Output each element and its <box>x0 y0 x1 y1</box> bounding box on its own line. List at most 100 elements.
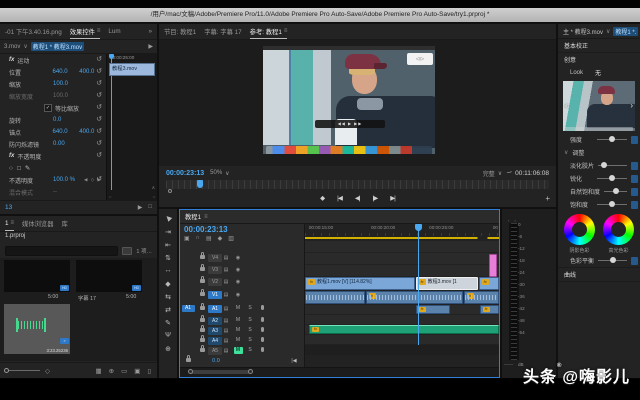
eye-icon[interactable]: ◉ <box>232 255 244 261</box>
timeline-h-scrollbar[interactable] <box>180 367 499 377</box>
panel-menu-icon[interactable]: ≡ <box>204 214 208 220</box>
lock-icon[interactable] <box>196 267 208 273</box>
section-creative[interactable]: 创意 <box>558 53 640 66</box>
chevron-down-icon[interactable]: ∨ <box>23 43 27 50</box>
solo-button-a3[interactable]: S <box>246 327 255 334</box>
intensity-slider[interactable] <box>597 139 627 140</box>
zoom-level-dropdown[interactable]: 50% ∨ <box>210 170 229 177</box>
mute-button-a5[interactable]: M <box>234 347 243 354</box>
antiflicker-value[interactable]: 0.00 <box>53 141 80 147</box>
timeline-ruler[interactable]: 00:00:15:00 00:00:20:00 00:00:25:00 00 <box>305 224 499 236</box>
snap-icon[interactable]: ∩ <box>196 235 200 242</box>
solo-button-a5[interactable]: S <box>246 347 255 354</box>
clip-v1-next[interactable]: fx <box>479 277 499 290</box>
tab-program-monitor[interactable]: 节目: 教程1 <box>164 24 196 39</box>
slide-tool[interactable]: ⇄ <box>159 303 177 316</box>
scale-value[interactable]: 100.0 <box>53 81 80 87</box>
chevron-down-icon[interactable]: ∨ <box>606 28 610 35</box>
mute-button-a4[interactable]: M <box>234 337 243 344</box>
uniform-scale-checkbox[interactable]: ✓ <box>44 104 52 112</box>
section-curves[interactable]: 曲线 <box>558 267 640 282</box>
panel-menu-icon[interactable]: ≡ <box>11 220 15 226</box>
panel-menu-icon[interactable]: ≡ <box>284 28 288 34</box>
lock-icon[interactable] <box>196 318 208 324</box>
solo-button-a1[interactable]: S <box>246 305 255 312</box>
new-bin-icon[interactable]: ▭ <box>121 367 127 375</box>
ellipse-mask-icon[interactable]: ○ <box>9 165 13 172</box>
clip-a4-music[interactable]: fx <box>309 325 499 334</box>
list-view-icon[interactable] <box>122 247 132 255</box>
tab-source-monitor[interactable]: -01 下午3.40.16.png <box>5 24 62 39</box>
opacity-value[interactable]: 100.0 % <box>53 177 80 183</box>
find-icon[interactable]: ⊕ <box>109 367 114 375</box>
value-field-cut[interactable] <box>631 188 638 196</box>
tab-reference-monitor[interactable]: 参考: 教程1 ≡ <box>250 24 288 39</box>
clip-pink-graphic[interactable] <box>489 254 497 277</box>
sync-lock-icon[interactable]: ▤ <box>220 279 232 285</box>
add-marker-icon[interactable]: ◆ <box>320 194 324 202</box>
rate-stretch-tool[interactable]: ↔ <box>159 264 177 277</box>
step-forward-icon[interactable]: |▶ <box>373 194 378 202</box>
mini-clip[interactable]: 教程3.mov <box>109 63 155 76</box>
linked-selection-icon[interactable]: ▤ <box>206 235 212 242</box>
sync-lock-icon[interactable]: ▤ <box>220 292 232 298</box>
nest-insert-icon[interactable]: ▣ <box>184 235 190 242</box>
project-item-caption[interactable]: HD <box>76 260 142 292</box>
clip-a1-segment3[interactable]: fx <box>464 291 499 304</box>
trash-icon[interactable]: ▯ <box>147 367 151 375</box>
look-dropdown[interactable]: Look 无 <box>558 66 640 79</box>
reset-icon[interactable]: ↺ <box>96 67 102 75</box>
value-field-cut[interactable] <box>631 175 638 183</box>
lock-icon[interactable] <box>196 292 208 298</box>
monitor-timecode[interactable]: 00:00:23:13 <box>166 170 204 177</box>
mini-zoom-scrollbar[interactable]: ○○ <box>109 194 155 199</box>
look-preview-thumbnail[interactable]: ‹ › <box>563 81 635 131</box>
reset-icon[interactable]: ↺ <box>96 103 102 111</box>
lock-icon[interactable] <box>196 306 208 312</box>
lumetri-sequence-chip[interactable]: 教程1 *. <box>613 27 638 36</box>
tab-caption-monitor[interactable]: 字幕: 字幕 17 <box>204 24 241 39</box>
window-titlebar[interactable]: /用户/mac/文稿/Adobe/Premiere Pro/11.0/Adobe… <box>0 8 640 22</box>
section-basic-correction[interactable]: 基本校正 <box>558 39 640 53</box>
timeline-settings-icon[interactable]: ▥ <box>228 235 234 242</box>
effect-motion-header[interactable]: fx 运动 ↺ <box>0 54 106 66</box>
vibrance-slider[interactable] <box>604 191 627 192</box>
reset-icon[interactable]: ↺ <box>96 91 102 99</box>
reset-icon[interactable]: ↺ <box>96 175 102 183</box>
solo-button-a2[interactable]: S <box>246 317 255 324</box>
source-patch-a1[interactable]: A1 <box>182 305 195 312</box>
eye-icon[interactable]: ◉ <box>232 267 244 273</box>
tab-lumetri-scopes[interactable]: Lum <box>108 24 120 39</box>
new-item-icon[interactable]: ▣ <box>134 367 140 375</box>
expand-icon[interactable]: ▶ <box>148 43 153 50</box>
monitor-playhead[interactable] <box>197 180 203 188</box>
value-field-cut[interactable] <box>631 162 638 170</box>
sync-lock-icon[interactable]: ▤ <box>220 267 232 273</box>
shadow-tint-wheel[interactable] <box>564 214 595 245</box>
clip-v1-tutorial1[interactable]: fx教程1.mov [V] [114.82%] <box>305 277 415 290</box>
value-field-cut[interactable] <box>631 201 638 209</box>
sync-lock-icon[interactable]: ▤ <box>220 255 232 261</box>
lock-icon[interactable] <box>186 358 191 364</box>
sync-lock-icon[interactable]: ▤ <box>220 306 232 312</box>
timeline-timecode[interactable]: 00:00:23:13 <box>184 225 300 234</box>
clip-a1-segment1[interactable] <box>305 291 365 304</box>
rolling-edit-tool[interactable]: ⇅ <box>159 251 177 264</box>
razor-tool[interactable]: ◆ <box>159 277 177 290</box>
video-preview[interactable]: ◀◀ ▶ ▶▶ ◁ ▷ <box>263 46 435 154</box>
lock-icon[interactable] <box>196 255 208 261</box>
sharpen-slider[interactable] <box>597 178 627 179</box>
sync-lock-icon[interactable]: ▤ <box>220 338 232 344</box>
goto-in-icon[interactable]: |◀ <box>337 194 342 202</box>
scrollbar-handle-left[interactable] <box>188 369 193 374</box>
reset-icon[interactable]: ↺ <box>96 115 102 123</box>
footer-timecode[interactable]: 13 <box>5 204 12 211</box>
saturation-slider[interactable] <box>597 204 627 205</box>
look-prev-arrow-icon[interactable]: ‹ <box>565 101 568 110</box>
lumetri-master-label[interactable]: 主 * 教程3.mov <box>563 27 603 36</box>
pen-tool[interactable]: ✎ <box>159 316 177 329</box>
value-field-cut[interactable] <box>631 136 638 144</box>
step-back-icon[interactable]: ◀| <box>355 194 360 202</box>
reset-icon[interactable]: ↺ <box>96 127 102 135</box>
timeline-tracks-area[interactable]: 00:00:15:00 00:00:20:00 00:00:25:00 00 <box>305 224 499 367</box>
